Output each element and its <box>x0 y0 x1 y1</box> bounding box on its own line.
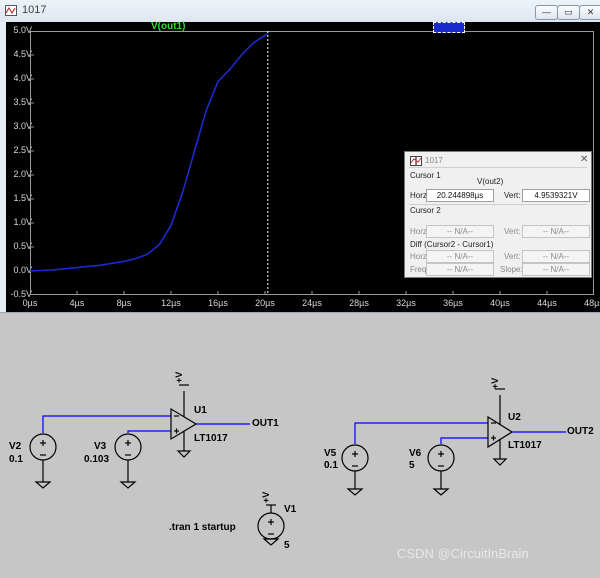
wire-v6-plus[interactable] <box>440 437 488 444</box>
separator <box>409 204 587 205</box>
cursor-dialog: 1017 ✕ Cursor 1 V(out2) Horz: 20.244898µ… <box>404 151 592 278</box>
trace-label-vout1[interactable]: V(out1) <box>151 21 185 32</box>
v6-value[interactable]: 5 <box>409 460 415 471</box>
y-tick-label: 1.0V <box>13 217 32 227</box>
svg-text:+V: +V <box>261 492 271 503</box>
separator <box>409 167 587 168</box>
x-tick-label: 0µs <box>22 298 38 308</box>
v1-label[interactable]: V1 <box>284 504 296 515</box>
cursor-icon <box>410 156 422 166</box>
v6-label[interactable]: V6 <box>409 448 421 459</box>
u1-part-label[interactable]: LT1017 <box>194 433 228 444</box>
y-tick-label: 4.5V <box>13 49 32 59</box>
x-tick-label: 8µs <box>116 298 132 308</box>
diff-slope-label: Slope: <box>500 265 523 274</box>
v2-value[interactable]: 0.1 <box>9 454 23 465</box>
schematic-editor[interactable]: +V +V +V U1 LT1017 OUT1 V2 0.1 V3 0.103 … <box>0 313 600 573</box>
trace-vout1-line[interactable] <box>30 32 269 272</box>
x-tick-label: 24µs <box>302 298 322 308</box>
x-tick-label: 40µs <box>490 298 510 308</box>
wire-v5-minus[interactable] <box>354 422 488 444</box>
cursor2-vert-label: Vert: <box>504 227 521 236</box>
voltage-source-v5[interactable] <box>341 444 369 496</box>
x-tick-label: 4µs <box>69 298 85 308</box>
y-tick-label: 4.0V <box>13 73 32 83</box>
x-tick-label: 48µs <box>584 298 600 308</box>
y-tick-label: 1.5V <box>13 193 32 203</box>
y-tick-label: 0.5V <box>13 241 32 251</box>
cursor2-horz-field: -- N/A-- <box>426 225 494 238</box>
x-tick-label: 28µs <box>349 298 369 308</box>
x-tick-label: 32µs <box>396 298 416 308</box>
diff-slope-field: -- N/A-- <box>522 263 590 276</box>
cursor1-horz-field[interactable]: 20.244898µs <box>426 189 494 202</box>
diff-vert-field: -- N/A-- <box>522 250 590 263</box>
waveform-app-icon <box>5 5 17 16</box>
u2-label[interactable]: U2 <box>508 412 521 423</box>
voltage-source-v1[interactable]: +V <box>257 492 285 546</box>
x-tick-label: 44µs <box>537 298 557 308</box>
cursor2-vert-field: -- N/A-- <box>522 225 590 238</box>
y-tick-label: 3.5V <box>13 97 32 107</box>
cursor1-vert-field[interactable]: 4.9539321V <box>522 189 590 202</box>
cursor1-vert-label: Vert: <box>504 191 521 200</box>
v5-value[interactable]: 0.1 <box>324 460 338 471</box>
close-button[interactable]: ✕ <box>579 5 600 20</box>
voltage-source-v2[interactable] <box>29 433 57 489</box>
y-tick-label: 2.0V <box>13 169 32 179</box>
x-tick-label: 20µs <box>255 298 275 308</box>
svg-text:+V: +V <box>490 378 500 389</box>
cursor1-heading: Cursor 1 <box>410 171 441 180</box>
cursor1-trace-name: V(out2) <box>477 177 504 186</box>
restore-button[interactable]: ▭ <box>557 5 580 20</box>
diff-vert-label: Vert: <box>504 252 521 261</box>
v1-value[interactable]: 5 <box>284 540 290 551</box>
y-tick-label: 0.0V <box>13 265 32 275</box>
x-tick-label: 16µs <box>208 298 228 308</box>
diff-freq-field: -- N/A-- <box>426 263 494 276</box>
y-tick-label: 3.0V <box>13 121 32 131</box>
diff-horz-field: -- N/A-- <box>426 250 494 263</box>
opamp-u1[interactable]: +V <box>170 372 198 458</box>
cursor2-heading: Cursor 2 <box>410 206 441 215</box>
x-tick-label: 36µs <box>443 298 463 308</box>
v3-value[interactable]: 0.103 <box>84 454 109 465</box>
title-bar[interactable]: 1017 — ▭ ✕ <box>0 0 600 22</box>
window-title: 1017 <box>22 4 47 16</box>
out1-net-label[interactable]: OUT1 <box>252 418 279 429</box>
watermark: CSDN @CircuitInBrain <box>397 546 529 561</box>
cursor-dialog-title: 1017 <box>425 156 443 165</box>
u1-label[interactable]: U1 <box>194 405 207 416</box>
v5-label[interactable]: V5 <box>324 448 336 459</box>
minimize-button[interactable]: — <box>535 5 558 20</box>
out2-net-label[interactable]: OUT2 <box>567 426 594 437</box>
wire-v3-plus[interactable] <box>127 430 171 433</box>
voltage-source-v3[interactable] <box>114 433 142 489</box>
diff-heading: Diff (Cursor2 - Cursor1) <box>410 240 494 249</box>
selected-trace-tag[interactable] <box>433 22 465 33</box>
v3-label[interactable]: V3 <box>94 441 106 452</box>
x-tick-label: 12µs <box>161 298 181 308</box>
y-tick-label: 2.5V <box>13 145 32 155</box>
y-tick-label: 5.0V <box>13 25 32 35</box>
spice-directive[interactable]: .tran 1 startup <box>169 522 236 533</box>
svg-text:+V: +V <box>174 372 184 383</box>
u2-part-label[interactable]: LT1017 <box>508 440 542 451</box>
voltage-source-v6[interactable] <box>427 444 455 496</box>
v2-label[interactable]: V2 <box>9 441 21 452</box>
dialog-close-icon[interactable]: ✕ <box>580 154 588 165</box>
